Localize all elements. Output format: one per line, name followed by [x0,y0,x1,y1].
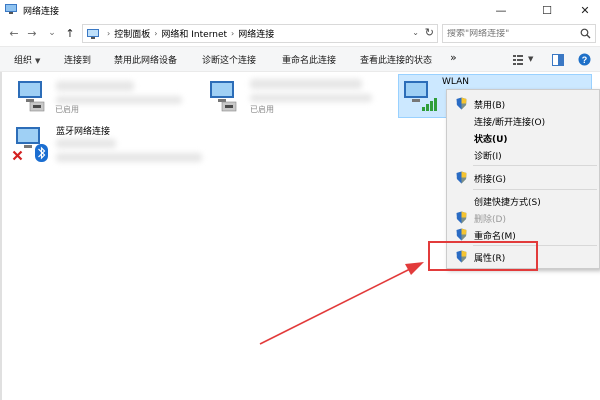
menu-separator [473,165,597,166]
search-icon [580,28,591,39]
explorer-window: 网络连接 — ☐ ✕ ← → ⌄ ↑ › 控制面板 › 网络和 Internet… [0,0,600,400]
blurred-adapter-description [56,153,202,162]
address-dropdown-button[interactable]: ⌄ [412,28,419,37]
menu-item-bridge[interactable]: 桥接(G) [447,169,599,186]
help-icon[interactable]: ? [578,53,591,66]
view-options-chevron-icon[interactable]: ▼ [528,55,533,63]
blurred-connection-name [56,81,134,91]
refresh-button[interactable]: ↻ [425,26,434,39]
disable-device-button[interactable]: 禁用此网络设备 [114,53,177,66]
network-adapter-icon[interactable] [14,78,50,114]
recent-locations-button[interactable]: ⌄ [44,24,60,42]
control-panel-icon [87,28,99,39]
shield-icon [456,97,467,110]
more-commands-button[interactable]: » [450,51,457,64]
breadcrumb-control-panel[interactable]: 控制面板 [114,27,150,40]
forward-button[interactable]: → [24,24,40,42]
diagnose-button[interactable]: 诊断这个连接 [202,53,256,66]
command-bar: 组织 ▼ 连接到 禁用此网络设备 诊断这个连接 重命名此连接 查看此连接的状态 »… [0,46,600,72]
connect-to-button[interactable]: 连接到 [64,53,91,66]
menu-item-label: 诊断(I) [474,152,502,162]
network-adapter-icon[interactable] [206,78,242,114]
up-button[interactable]: ↑ [62,24,78,42]
search-box[interactable] [442,24,596,43]
annotation-highlight-box [428,241,538,271]
shield-icon [456,171,467,184]
network-folder-icon [5,4,17,14]
breadcrumb-network-internet[interactable]: 网络和 Internet [161,27,227,40]
blurred-connection-name [250,79,362,89]
organize-button[interactable]: 组织 ▼ [14,53,40,66]
wifi-adapter-icon[interactable] [402,78,438,114]
preview-pane-icon[interactable] [552,54,564,66]
menu-item-connect-disconnect[interactable]: 连接/断开连接(O) [447,112,599,129]
left-edge [0,72,2,400]
maximize-button[interactable]: ☐ [532,0,562,20]
connection-name: 蓝牙网络连接 [56,127,111,137]
breadcrumb-network-connections[interactable]: 网络连接 [238,27,274,40]
blurred-adapter-description [250,94,372,102]
svg-text:?: ? [582,55,588,65]
address-bar-row: ← → ⌄ ↑ › 控制面板 › 网络和 Internet › 网络连接 ⌄ ↻ [0,22,600,44]
minimize-button[interactable]: — [486,0,516,20]
breadcrumb-separator: › [107,29,111,38]
menu-item-label: 删除(D) [474,215,506,225]
view-options-icon[interactable] [512,54,524,66]
menu-item-label: 禁用(B) [474,101,506,111]
menu-item-status[interactable]: 状态(U) [447,129,599,146]
menu-item-label: 连接/断开连接(O) [474,118,546,128]
breadcrumb-separator: › [231,29,235,38]
address-bar[interactable]: › 控制面板 › 网络和 Internet › 网络连接 ⌄ ↻ [82,24,438,43]
back-button[interactable]: ← [6,24,22,42]
organize-label: 组织 [14,56,33,66]
bluetooth-icon [35,144,48,162]
breadcrumb-separator: › [154,29,158,38]
connection-status: 已启用 [55,105,79,114]
menu-item-label: 创建快捷方式(S) [474,198,541,208]
rename-button[interactable]: 重命名此连接 [282,53,336,66]
connection-status: 已启用 [250,105,274,114]
menu-item-label: 状态(U) [474,135,508,145]
shield-icon [456,228,467,241]
blurred-adapter-description [56,96,182,104]
menu-separator [473,189,597,190]
menu-item-delete: 删除(D) [447,209,599,226]
menu-item-diagnose[interactable]: 诊断(I) [447,146,599,163]
menu-item-create-shortcut[interactable]: 创建快捷方式(S) [447,192,599,209]
menu-item-disable[interactable]: 禁用(B) [447,95,599,112]
window-title: 网络连接 [23,7,60,17]
search-input[interactable] [443,28,573,39]
connection-name: WLAN [442,77,470,87]
title-bar: 网络连接 — ☐ ✕ [0,0,600,20]
menu-item-label: 桥接(G) [474,175,506,185]
close-button[interactable]: ✕ [570,0,600,20]
shield-icon [456,211,467,224]
view-status-button[interactable]: 查看此连接的状态 [360,53,432,66]
disconnected-x-icon [12,150,23,161]
blurred-connection-status [56,139,116,148]
chevron-down-icon: ▼ [35,57,41,65]
